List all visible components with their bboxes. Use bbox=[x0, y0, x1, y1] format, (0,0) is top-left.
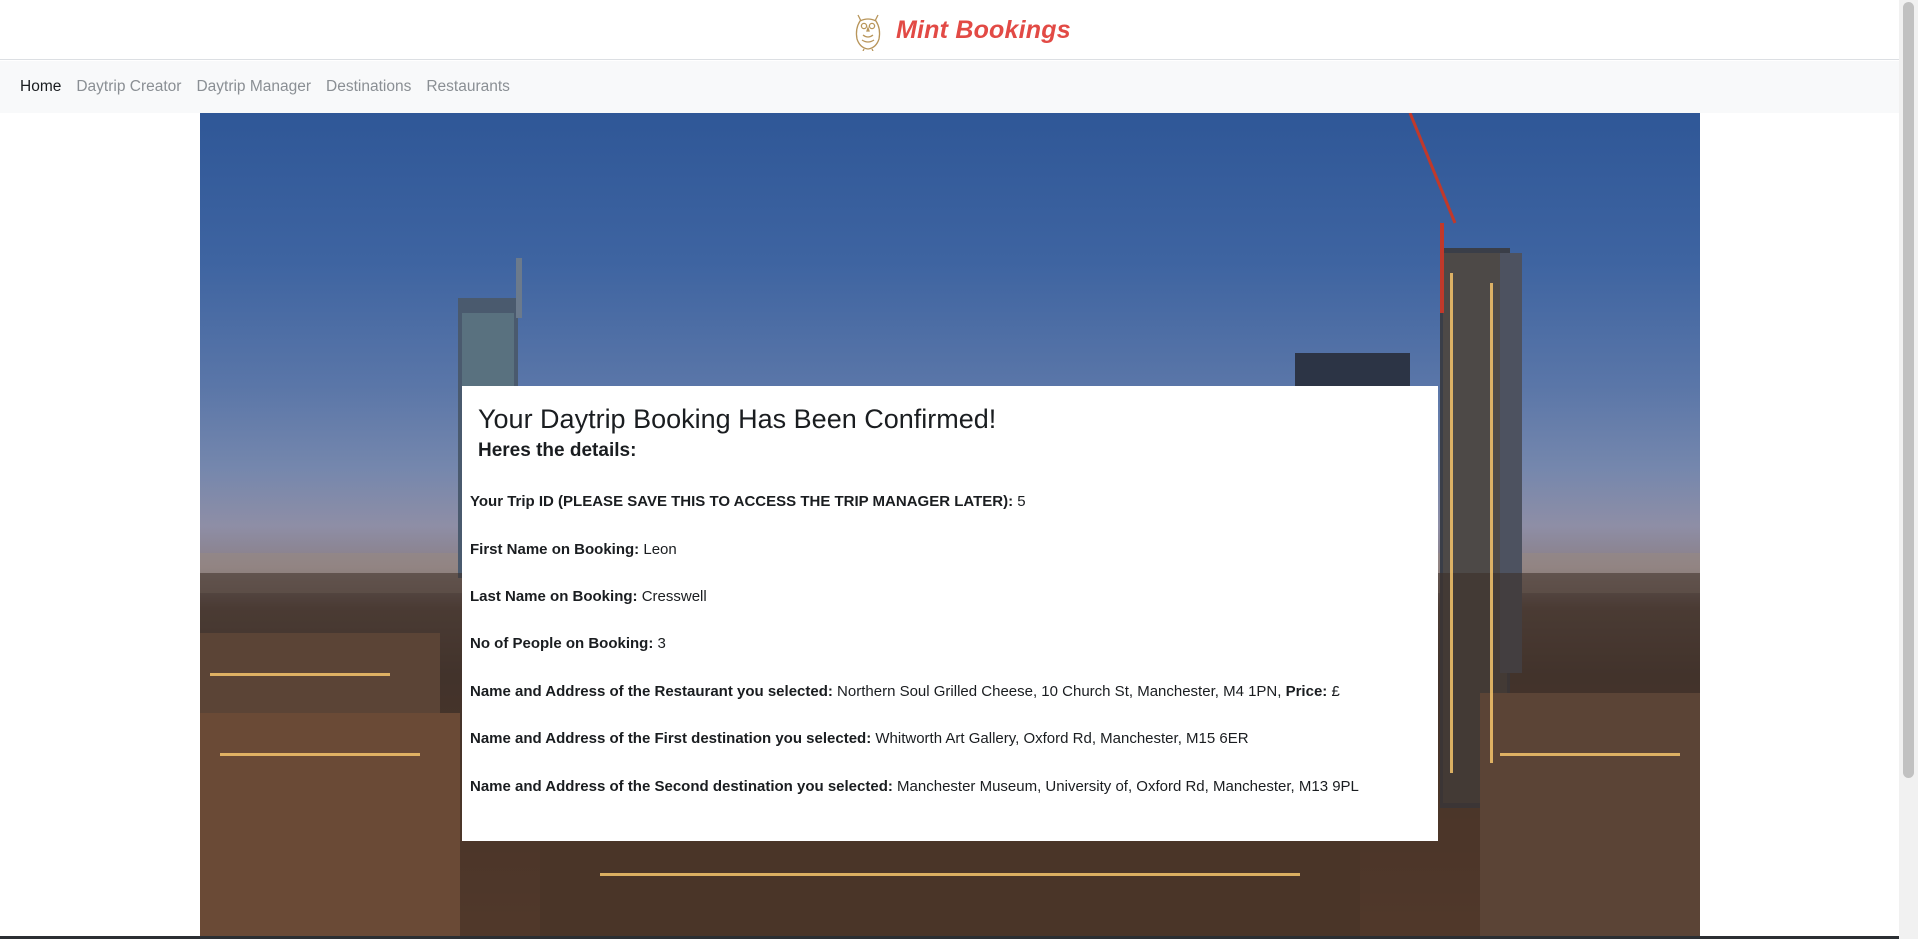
detail-label: Last Name on Booking: bbox=[470, 588, 638, 605]
detail-label: No of People on Booking: bbox=[470, 635, 654, 652]
owl-icon bbox=[855, 14, 881, 51]
detail-price-value: £ bbox=[1331, 683, 1340, 700]
main-navbar: Home Daytrip Creator Daytrip Manager Des… bbox=[0, 61, 1899, 113]
confirmation-title: Your Daytrip Booking Has Been Confirmed! bbox=[478, 404, 997, 434]
detail-value: 5 bbox=[1017, 493, 1026, 510]
booking-confirmation-card: Your Daytrip Booking Has Been Confirmed!… bbox=[462, 386, 1438, 841]
detail-label: Your Trip ID (PLEASE SAVE THIS TO ACCESS… bbox=[470, 493, 1014, 510]
nav-home[interactable]: Home bbox=[20, 78, 61, 96]
detail-value: Northern Soul Grilled Cheese, 10 Church … bbox=[837, 683, 1282, 700]
nav-destinations[interactable]: Destinations bbox=[326, 78, 411, 96]
page-scrollbar[interactable] bbox=[1899, 0, 1918, 939]
scrollbar-thumb[interactable] bbox=[1903, 2, 1914, 778]
nav-restaurants[interactable]: Restaurants bbox=[426, 78, 510, 96]
detail-value: 3 bbox=[657, 635, 666, 652]
nav-daytrip-manager[interactable]: Daytrip Manager bbox=[196, 78, 311, 96]
brand-name: Mint Bookings bbox=[896, 15, 1071, 44]
detail-price-label: Price: bbox=[1285, 683, 1328, 700]
detail-value: Manchester Museum, University of, Oxford… bbox=[897, 778, 1359, 795]
detail-label: First Name on Booking: bbox=[470, 541, 640, 558]
detail-last-name: Last Name on Booking: Cresswell bbox=[470, 588, 707, 605]
detail-first-name: First Name on Booking: Leon bbox=[470, 541, 677, 558]
nav-daytrip-creator[interactable]: Daytrip Creator bbox=[76, 78, 181, 96]
detail-restaurant: Name and Address of the Restaurant you s… bbox=[470, 683, 1340, 700]
detail-value: Whitworth Art Gallery, Oxford Rd, Manche… bbox=[875, 730, 1249, 747]
detail-first-destination: Name and Address of the First destinatio… bbox=[470, 730, 1249, 747]
detail-value: Leon bbox=[643, 541, 677, 558]
detail-label: Name and Address of the Restaurant you s… bbox=[470, 683, 833, 700]
detail-second-destination: Name and Address of the Second destinati… bbox=[470, 778, 1359, 795]
detail-value: Cresswell bbox=[641, 588, 707, 605]
detail-label: Name and Address of the Second destinati… bbox=[470, 778, 893, 795]
confirmation-subtitle: Heres the details: bbox=[478, 440, 637, 461]
brand-header: Mint Bookings bbox=[0, 0, 1899, 60]
detail-trip-id: Your Trip ID (PLEASE SAVE THIS TO ACCESS… bbox=[470, 493, 1026, 510]
detail-label: Name and Address of the First destinatio… bbox=[470, 730, 872, 747]
detail-people-count: No of People on Booking: 3 bbox=[470, 635, 666, 652]
brand-logo-link[interactable]: Mint Bookings bbox=[850, 9, 1071, 51]
